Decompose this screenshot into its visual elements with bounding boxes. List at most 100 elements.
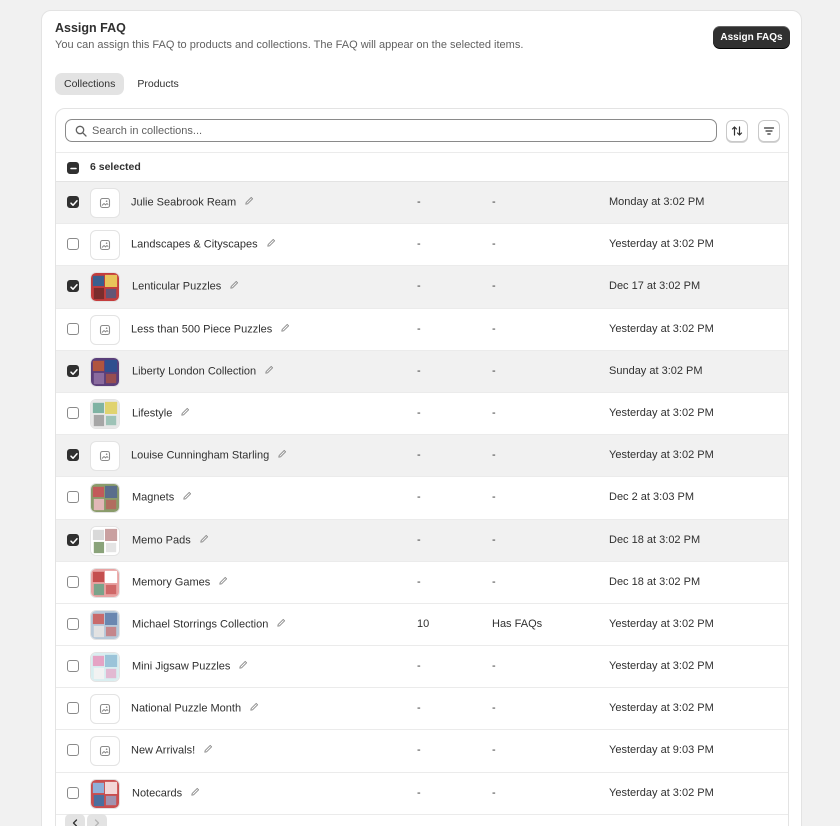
table-row[interactable]: Notecards - - Yesterday at 3:02 PM — [56, 772, 788, 815]
collection-name[interactable]: Lifestyle — [132, 407, 190, 420]
collection-name[interactable]: Julie Seabrook Ream — [131, 196, 254, 209]
table-row[interactable]: Magnets - - Dec 2 at 3:03 PM — [56, 477, 788, 520]
collections-table: Search in collections... 6 selected Juli… — [55, 108, 789, 826]
checkmark-icon — [70, 368, 78, 375]
row-checkbox[interactable] — [67, 322, 79, 335]
updated-date: Yesterday at 3:02 PM — [609, 786, 714, 799]
previous-page-button[interactable] — [65, 814, 85, 826]
table-body: Julie Seabrook Ream - - Monday at 3:02 PM La… — [56, 182, 788, 815]
image-placeholder-icon — [90, 230, 120, 261]
row-checkbox[interactable] — [67, 617, 79, 630]
edit-pencil-icon[interactable] — [218, 576, 228, 589]
faq-status: - — [492, 406, 496, 419]
table-row[interactable]: Mini Jigsaw Puzzles - - Yesterday at 3:02 P… — [56, 646, 788, 689]
image-placeholder-icon — [90, 694, 120, 725]
edit-pencil-icon[interactable] — [264, 365, 274, 378]
pagination — [65, 814, 107, 826]
product-count: - — [417, 238, 421, 251]
edit-pencil-icon[interactable] — [280, 323, 290, 336]
search-placeholder: Search in collections... — [92, 124, 203, 137]
checkmark-icon — [70, 200, 78, 206]
edit-pencil-icon[interactable] — [190, 787, 200, 800]
collection-name-label: Louise Cunningham Starling — [131, 449, 270, 462]
filter-button[interactable] — [758, 120, 780, 142]
row-checkbox[interactable] — [67, 575, 79, 588]
row-checkbox[interactable] — [67, 660, 79, 673]
row-checkbox[interactable] — [67, 533, 79, 546]
table-row[interactable]: Memo Pads - - Dec 18 at 3:02 PM — [56, 519, 788, 562]
edit-pencil-icon[interactable] — [244, 196, 254, 209]
collection-name[interactable]: New Arrivals! — [131, 744, 213, 757]
collection-name[interactable]: Landscapes & Cityscapes — [131, 238, 276, 251]
edit-pencil-icon[interactable] — [266, 238, 276, 251]
collection-name[interactable]: Memory Games — [132, 576, 228, 589]
tab-products[interactable]: Products — [128, 73, 187, 95]
assign-faqs-button[interactable]: Assign FAQs — [713, 26, 790, 48]
row-checkbox[interactable] — [67, 786, 79, 799]
faq-status: - — [492, 660, 496, 673]
next-page-button[interactable] — [87, 814, 107, 826]
table-row[interactable]: Liberty London Collection - - Sunday at 3:0… — [56, 350, 788, 393]
search-input[interactable]: Search in collections... — [65, 119, 717, 142]
tab-collections[interactable]: Collections — [55, 73, 125, 95]
row-checkbox[interactable] — [67, 491, 79, 504]
collection-name[interactable]: Liberty London Collection — [132, 365, 274, 378]
collection-name-label: Magnets — [132, 491, 175, 504]
collection-name[interactable]: Memo Pads — [132, 534, 209, 547]
select-all-checkbox[interactable] — [67, 162, 79, 174]
edit-pencil-icon[interactable] — [182, 491, 192, 504]
sort-button[interactable] — [726, 120, 748, 142]
table-row[interactable]: Louise Cunningham Starling - - Yesterday at… — [56, 435, 788, 478]
table-row[interactable]: Landscapes & Cityscapes - - Yesterday at 3:… — [56, 224, 788, 267]
row-checkbox[interactable] — [67, 406, 79, 419]
edit-pencil-icon[interactable] — [276, 618, 286, 631]
row-checkbox[interactable] — [67, 449, 79, 462]
table-row[interactable]: Lifestyle - - Yesterday at 3:02 PM — [56, 392, 788, 436]
product-count: - — [417, 575, 421, 588]
updated-date: Sunday at 3:02 PM — [609, 364, 703, 377]
edit-pencil-icon[interactable] — [180, 407, 190, 420]
row-checkbox[interactable] — [67, 744, 79, 757]
table-row[interactable]: Memory Games - - Dec 18 at 3:02 PM — [56, 561, 788, 604]
table-row[interactable]: Lenticular Puzzles - - Dec 17 at 3:02 PM — [56, 266, 788, 309]
collection-name[interactable]: Louise Cunningham Starling — [131, 449, 287, 462]
table-row[interactable]: Michael Storrings Collection 10 Has FAQs Ye… — [56, 603, 788, 647]
collection-name[interactable]: Michael Storrings Collection — [132, 618, 286, 631]
updated-date: Yesterday at 3:02 PM — [609, 406, 714, 419]
product-count: - — [417, 744, 421, 757]
edit-pencil-icon[interactable] — [277, 449, 287, 462]
collection-name[interactable]: National Puzzle Month — [131, 702, 259, 715]
table-row[interactable]: Julie Seabrook Ream - - Monday at 3:02 PM — [56, 182, 788, 225]
card-title: Assign FAQ — [55, 21, 126, 35]
image-placeholder-icon — [90, 188, 120, 218]
table-row[interactable]: Less than 500 Piece Puzzles - - Yesterday a… — [56, 308, 788, 351]
image-placeholder-icon — [90, 314, 120, 345]
collection-thumbnail — [90, 272, 120, 303]
collection-thumbnail — [90, 652, 120, 683]
product-count: - — [417, 364, 421, 377]
row-checkbox[interactable] — [67, 702, 79, 715]
collection-name[interactable]: Mini Jigsaw Puzzles — [132, 660, 248, 673]
edit-pencil-icon[interactable] — [229, 280, 239, 293]
row-checkbox[interactable] — [67, 196, 79, 208]
image-placeholder-icon — [90, 441, 120, 472]
row-checkbox[interactable] — [67, 280, 79, 293]
table-row[interactable]: New Arrivals! - - Yesterday at 9:03 PM — [56, 730, 788, 773]
collection-name[interactable]: Notecards — [132, 787, 200, 800]
checkmark-icon — [70, 453, 78, 460]
edit-pencil-icon[interactable] — [249, 702, 259, 715]
collection-name[interactable]: Lenticular Puzzles — [132, 280, 239, 293]
collection-thumbnail — [90, 398, 120, 429]
row-checkbox[interactable] — [67, 364, 79, 377]
collection-name[interactable]: Less than 500 Piece Puzzles — [131, 323, 290, 336]
edit-pencil-icon[interactable] — [203, 744, 213, 757]
faq-status: - — [492, 196, 496, 208]
row-checkbox[interactable] — [67, 238, 79, 251]
collection-name-label: Michael Storrings Collection — [132, 618, 269, 631]
updated-date: Yesterday at 3:02 PM — [609, 238, 714, 251]
collection-name[interactable]: Magnets — [132, 491, 192, 504]
collection-name-label: Notecards — [132, 787, 183, 800]
table-row[interactable]: National Puzzle Month - - Yesterday at 3:02… — [56, 688, 788, 731]
edit-pencil-icon[interactable] — [199, 534, 209, 547]
edit-pencil-icon[interactable] — [238, 660, 248, 673]
